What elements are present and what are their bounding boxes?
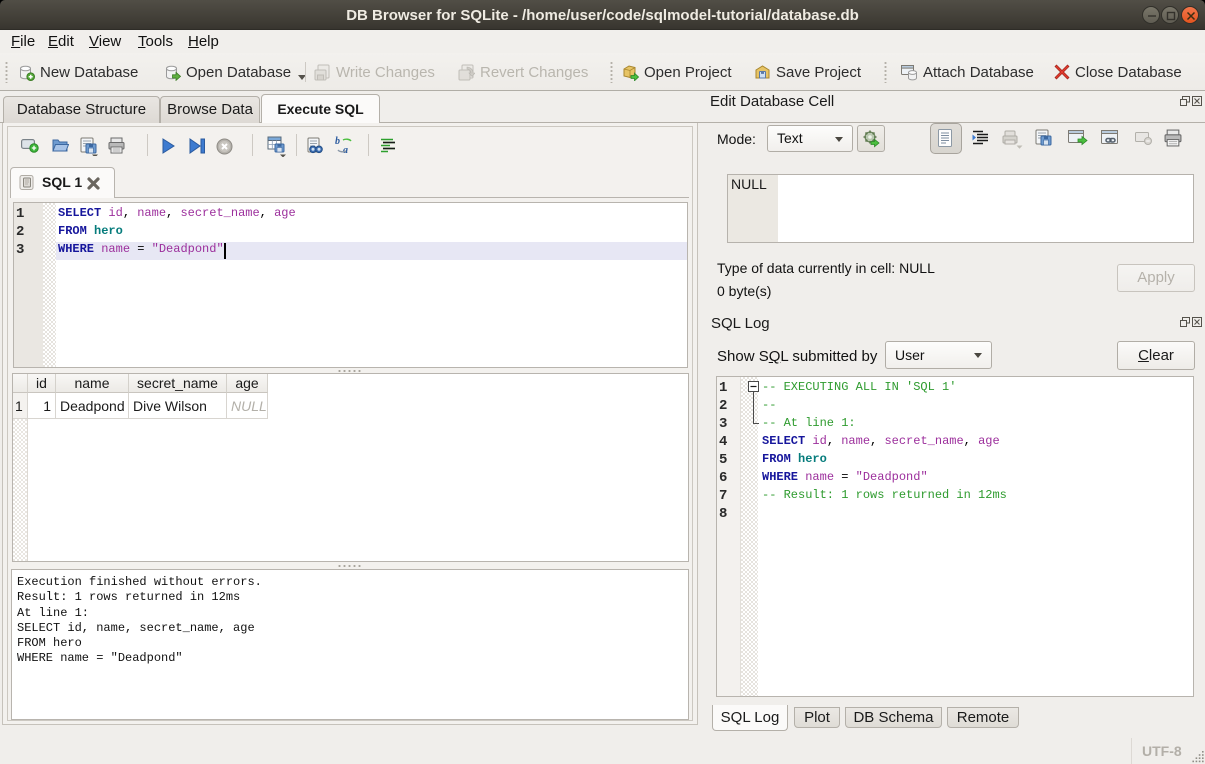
svg-text:a: a [343,145,348,155]
svg-text:b: b [335,136,340,147]
